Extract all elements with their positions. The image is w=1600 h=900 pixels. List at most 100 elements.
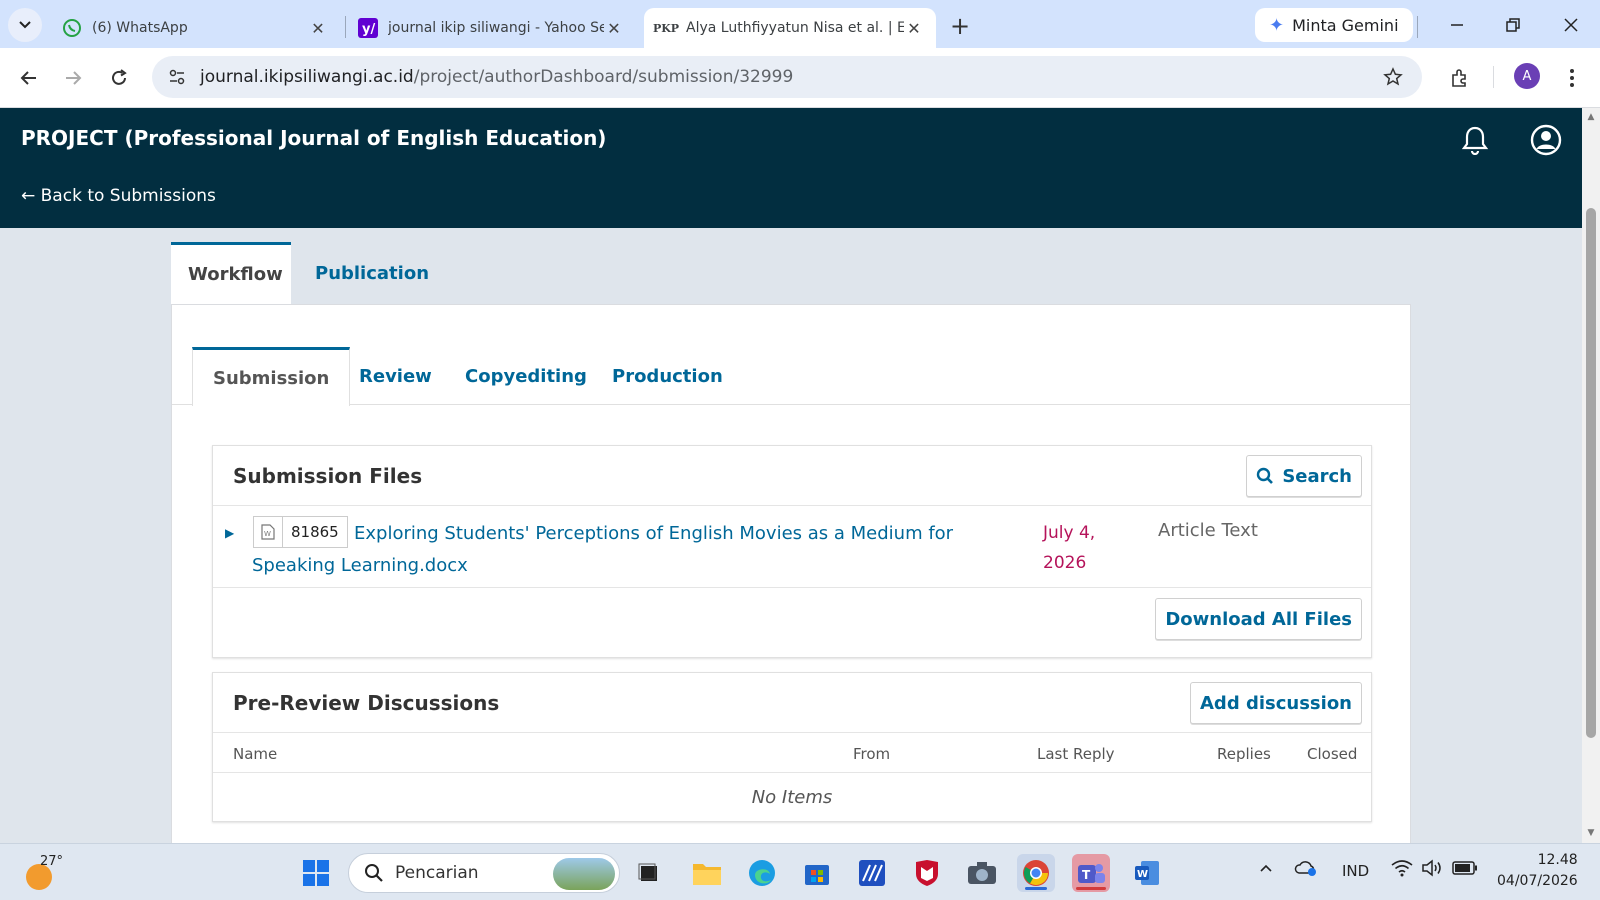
minimize-icon[interactable] — [1442, 10, 1472, 40]
toolbar-divider — [1417, 16, 1418, 38]
system-clock[interactable]: 12.48 04/07/2026 — [1497, 850, 1578, 892]
wifi-icon[interactable] — [1391, 859, 1413, 881]
profile-avatar[interactable]: A — [1514, 63, 1540, 89]
forward-arrow-icon[interactable] — [57, 62, 89, 94]
weather-temperature: 27° — [40, 854, 64, 869]
file-row: ▶ W Exploring Students' Perceptions of E… — [213, 506, 1371, 588]
camera-icon[interactable] — [963, 854, 1001, 892]
restore-icon[interactable] — [1498, 10, 1528, 40]
add-discussion-button[interactable]: Add discussion — [1190, 682, 1362, 724]
tab-submission[interactable]: Submission — [192, 347, 351, 406]
scrollbar-thumb[interactable] — [1586, 208, 1596, 738]
search-files-label: Search — [1282, 465, 1352, 487]
file-type: Article Text — [1158, 520, 1258, 541]
gemini-sparkle-icon: ✦ — [1269, 14, 1285, 36]
extensions-puzzle-icon[interactable] — [1444, 62, 1476, 94]
file-name-link[interactable]: Exploring Students' Perceptions of Engli… — [252, 518, 1012, 582]
pkp-icon: PKP — [652, 21, 680, 35]
submission-files-title: Submission Files — [233, 464, 423, 488]
file-explorer-icon[interactable] — [688, 854, 726, 892]
svg-text:T: T — [1082, 868, 1091, 882]
task-view-icon[interactable] — [630, 854, 668, 892]
tab-close-icon[interactable]: ✕ — [904, 18, 924, 38]
tab-title: Alya Luthfiyyatun Nisa et al. | Ex — [686, 20, 904, 36]
windows-taskbar: 27° Pencarian T W IND 12.48 04/07/2026 — [0, 843, 1600, 900]
gemini-button[interactable]: ✦ Minta Gemini — [1255, 8, 1413, 42]
back-to-submissions-link[interactable]: ← Back to Submissions — [21, 186, 216, 206]
microsoft-store-icon[interactable] — [798, 854, 836, 892]
submission-files-footer: Download All Files — [213, 588, 1371, 658]
tab-title: journal ikip siliwangi - Yahoo Se — [388, 20, 604, 36]
tab-review[interactable]: Review — [339, 347, 452, 405]
search-files-button[interactable]: Search — [1246, 455, 1362, 497]
taskbar-search-box[interactable]: Pencarian — [348, 853, 620, 893]
word-icon[interactable]: W — [1128, 854, 1166, 892]
journal-title[interactable]: PROJECT (Professional Journal of English… — [21, 126, 606, 150]
submission-files-card: Submission Files Search ▶ W Exploring St… — [212, 445, 1372, 658]
browser-tab-active[interactable]: PKP Alya Luthfiyyatun Nisa et al. | Ex ✕ — [644, 8, 936, 48]
clock-time: 12.48 — [1537, 852, 1578, 868]
kebab-menu-icon[interactable] — [1556, 62, 1588, 94]
tab-title: (6) WhatsApp — [92, 20, 188, 36]
tray-chevron-up-icon[interactable] — [1258, 860, 1274, 880]
expand-row-triangle-icon[interactable]: ▶ — [225, 526, 234, 540]
battery-icon[interactable] — [1452, 861, 1478, 879]
toolbar-divider — [1493, 66, 1494, 88]
edge-browser-icon[interactable] — [743, 854, 781, 892]
chrome-taskbar-icon[interactable] — [1017, 854, 1055, 892]
discussions-title: Pre-Review Discussions — [233, 691, 500, 715]
gemini-label: Minta Gemini — [1292, 15, 1399, 35]
active-app-indicator — [1076, 887, 1106, 890]
site-settings-icon[interactable] — [166, 66, 188, 88]
tab-workflow[interactable]: Workflow — [171, 242, 291, 304]
column-last-reply: Last Reply — [1037, 745, 1115, 763]
tab-publication[interactable]: Publication — [298, 242, 446, 304]
scroll-up-arrow-icon[interactable]: ▲ — [1586, 112, 1596, 122]
user-account-icon[interactable] — [1528, 122, 1564, 158]
discussion-column-headers: Name From Last Reply Replies Closed — [213, 733, 1371, 773]
teams-icon[interactable]: T — [1072, 854, 1110, 892]
notification-bell-icon[interactable] — [1457, 122, 1493, 158]
svg-text:W: W — [1137, 869, 1148, 880]
workflow-stage-tabs: Submission Review Copyediting Production — [172, 305, 1410, 406]
volume-icon[interactable] — [1421, 859, 1443, 881]
browser-tab-yahoo[interactable]: y/ journal ikip siliwangi - Yahoo Se ✕ — [346, 8, 636, 48]
keyboard-language[interactable]: IND — [1342, 862, 1369, 880]
scroll-down-arrow-icon[interactable]: ▼ — [1586, 828, 1596, 838]
column-closed: Closed — [1307, 745, 1358, 763]
weather-widget[interactable]: 27° — [22, 854, 64, 892]
reload-icon[interactable] — [103, 62, 135, 94]
tab-search-chevron-icon[interactable] — [8, 8, 42, 42]
url-path: /project/authorDashboard/submission/3299… — [413, 67, 794, 87]
url-text: journal.ikipsiliwangi.ac.id/project/auth… — [200, 67, 793, 87]
tab-production[interactable]: Production — [592, 347, 743, 405]
journal-header: PROJECT (Professional Journal of English… — [0, 108, 1582, 228]
mcafee-shield-icon[interactable] — [908, 854, 946, 892]
tab-close-icon[interactable]: ✕ — [308, 18, 328, 38]
yahoo-icon: y/ — [358, 18, 378, 38]
tab-close-icon[interactable]: ✕ — [604, 18, 624, 38]
clock-date: 04/07/2026 — [1497, 873, 1578, 889]
back-arrow-icon[interactable] — [13, 62, 45, 94]
file-id-badge: 81865 — [283, 516, 348, 548]
url-host: journal.ikipsiliwangi.ac.id — [200, 67, 414, 87]
file-date: July 4, 2026 — [1043, 523, 1096, 573]
address-bar[interactable]: journal.ikipsiliwangi.ac.id/project/auth… — [152, 56, 1422, 98]
active-app-indicator — [1025, 887, 1047, 890]
window-close-icon[interactable] — [1556, 10, 1586, 40]
submission-files-header: Submission Files Search — [213, 446, 1371, 506]
browser-tab-whatsapp[interactable]: (6) WhatsApp ✕ — [50, 8, 340, 48]
app-blue-icon[interactable] — [853, 854, 891, 892]
search-icon — [1257, 467, 1274, 484]
onedrive-cloud-icon[interactable] — [1294, 859, 1318, 881]
whatsapp-icon — [62, 18, 82, 38]
page-scrollbar[interactable]: ▲ ▼ — [1582, 108, 1600, 843]
search-icon — [363, 862, 385, 884]
tab-copyediting[interactable]: Copyediting — [445, 347, 607, 405]
column-from: From — [853, 745, 891, 763]
windows-start-icon[interactable] — [297, 854, 335, 892]
empty-state-text: No Items — [751, 786, 833, 808]
new-tab-plus-icon[interactable]: + — [946, 12, 974, 40]
bookmark-star-icon[interactable] — [1382, 66, 1404, 88]
download-all-files-button[interactable]: Download All Files — [1155, 598, 1362, 640]
